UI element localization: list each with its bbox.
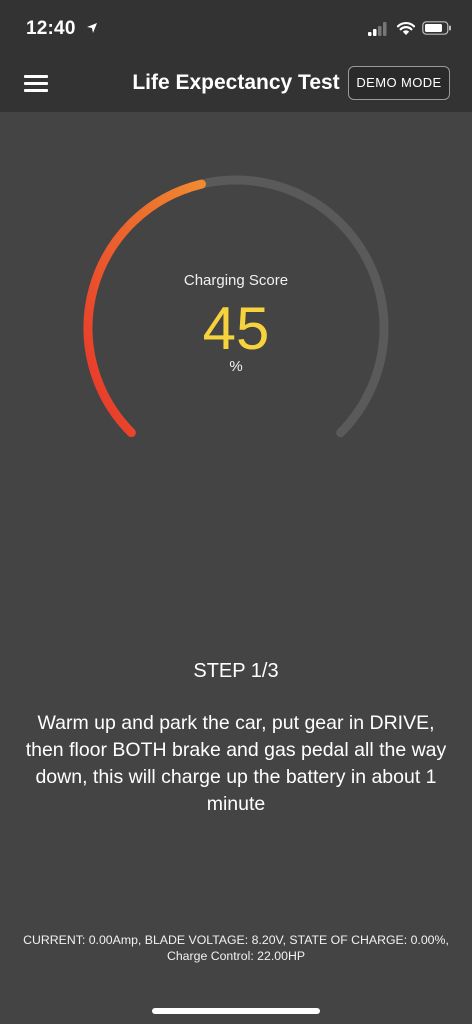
hamburger-menu-icon[interactable]: [22, 70, 50, 98]
demo-mode-button[interactable]: DEMO MODE: [348, 66, 450, 100]
cellular-signal-icon: [368, 22, 387, 36]
status-time: 12:40: [26, 18, 76, 39]
wifi-icon: [396, 22, 416, 35]
page-title: Life Expectancy Test: [132, 71, 340, 94]
gauge-unit: %: [229, 358, 243, 375]
gauge-label: Charging Score: [183, 272, 289, 289]
step-instruction: Warm up and park the car, put gear in DR…: [25, 712, 447, 815]
telemetry-readout: CURRENT: 0.00Amp, BLADE VOLTAGE: 8.20V, …: [23, 933, 449, 963]
home-indicator[interactable]: [152, 1008, 320, 1014]
nav-bar: Life Expectancy Test DEMO MODE: [0, 56, 472, 112]
status-bar: 12:40: [0, 0, 472, 56]
battery-icon: [422, 21, 451, 35]
location-arrow-icon: [87, 23, 97, 33]
charging-score-value: 45: [202, 295, 270, 362]
step-indicator: STEP 1/3: [193, 660, 279, 682]
